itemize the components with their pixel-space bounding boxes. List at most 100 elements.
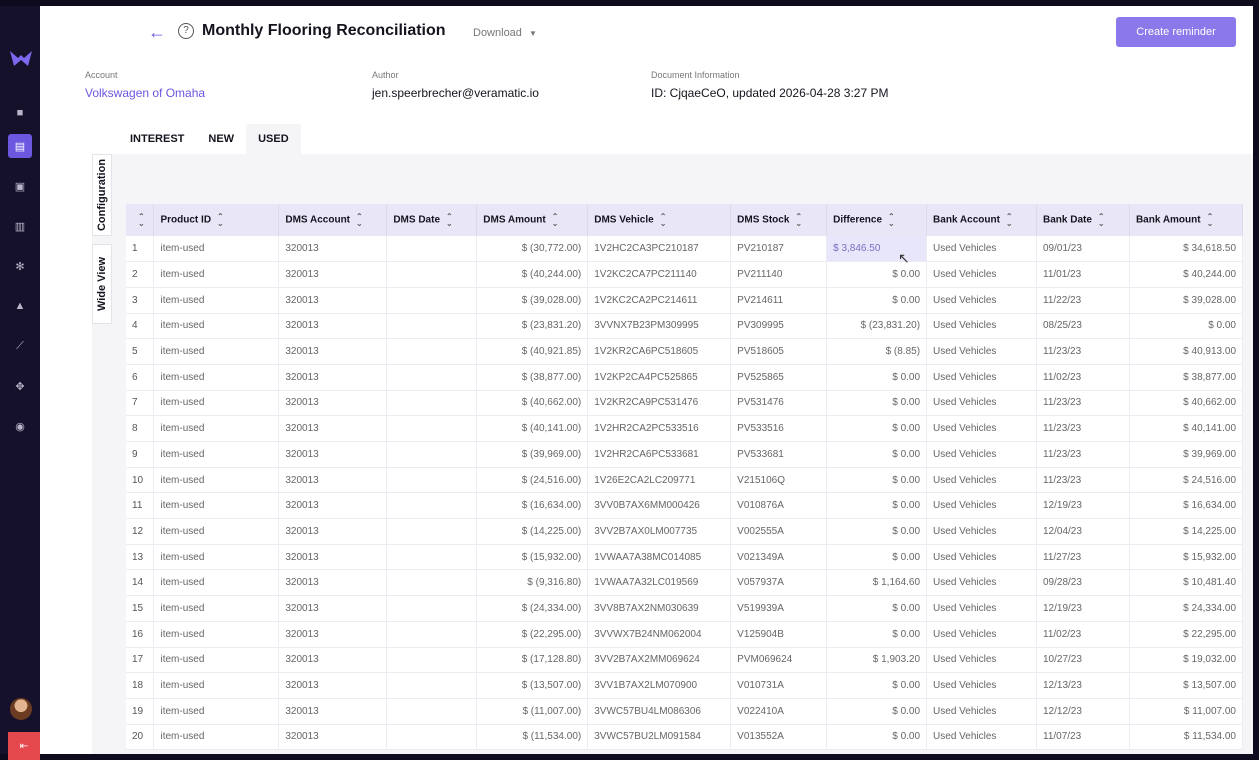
table-cell[interactable]: Used Vehicles [926, 415, 1037, 442]
table-cell[interactable]: $ (13,507.00) [476, 672, 589, 699]
table-cell[interactable]: 320013 [278, 492, 388, 520]
table-cell[interactable] [386, 338, 478, 365]
home-icon[interactable]: ■ [8, 101, 32, 125]
table-cell[interactable]: 320013 [278, 672, 388, 699]
table-cell[interactable]: $ (22,295.00) [476, 621, 589, 648]
table-cell[interactable]: $ 24,516.00 [1129, 467, 1244, 494]
column-header[interactable]: DMS Amount ⌃ ⌄ [476, 204, 589, 236]
table-cell[interactable]: item-used [153, 544, 280, 571]
table-cell[interactable]: $ 22,295.00 [1129, 621, 1244, 648]
table-row[interactable]: 9 item-used 320013 $ (39,969.00) 1V2HR2CA6PC… [126, 441, 1244, 468]
table-cell[interactable]: $ 0.00 [826, 390, 928, 417]
table-cell[interactable]: 11/02/23 [1036, 364, 1130, 391]
table-cell[interactable]: 12/19/23 [1036, 492, 1130, 520]
table-row[interactable]: 10 item-used 320013 $ (24,516.00) 1V26E2CA2L… [126, 467, 1244, 494]
table-row[interactable]: 4 item-used 320013 $ (23,831.20) 3VVNX7B23PM… [126, 313, 1244, 340]
table-cell[interactable]: PV309995 [730, 313, 828, 340]
back-arrow-icon[interactable]: ← [148, 22, 166, 43]
wide-view-tab[interactable]: Wide View [92, 244, 112, 324]
table-row[interactable]: 20 item-used 320013 $ (11,534.00) 3VWC57BU2L… [126, 724, 1244, 751]
table-row[interactable]: 12 item-used 320013 $ (14,225.00) 3VV2B7AX0L… [126, 518, 1244, 545]
table-cell[interactable]: 1V2KC2CA2PC214611 [587, 287, 732, 314]
table-cell[interactable]: 320013 [278, 338, 388, 365]
table-row[interactable]: 18 item-used 320013 $ (13,507.00) 3VV1B7AX2L… [126, 672, 1244, 699]
table-cell[interactable]: V125904B [730, 621, 828, 648]
configuration-tab[interactable]: Configuration [92, 154, 112, 236]
table-cell[interactable]: Used Vehicles [926, 441, 1037, 468]
sort-icon[interactable]: ⌃ ⌄ [1098, 213, 1105, 228]
trend-icon[interactable]: ⟋ [8, 334, 32, 358]
column-header[interactable]: Product ID ⌃ ⌄ [153, 204, 280, 236]
table-cell[interactable]: 1V2HR2CA6PC533681 [587, 441, 732, 468]
table-cell[interactable]: 10 [126, 467, 155, 494]
table-cell[interactable]: 1V2HC2CA3PC210187 [587, 236, 732, 263]
table-cell[interactable]: $ 15,932.00 [1129, 544, 1244, 571]
table-cell[interactable]: $ 39,028.00 [1129, 287, 1244, 314]
table-row[interactable]: 6 item-used 320013 $ (38,877.00) 1V2KP2CA4PC… [126, 364, 1244, 391]
table-cell[interactable]: 10/27/23 [1036, 647, 1130, 674]
table-cell[interactable]: 320013 [278, 261, 388, 288]
table-cell[interactable]: 08/25/23 [1036, 313, 1130, 340]
table-cell[interactable]: $ 0.00 [826, 467, 928, 494]
table-cell[interactable]: V215106Q [730, 467, 828, 494]
table-row[interactable]: 19 item-used 320013 $ (11,007.00) 3VWC57BU4L… [126, 698, 1244, 725]
column-header[interactable]: DMS Vehicle ⌃ ⌄ [587, 204, 732, 236]
table-cell[interactable]: 12/13/23 [1036, 672, 1130, 699]
table-cell[interactable]: 11/22/23 [1036, 287, 1130, 314]
table-cell[interactable]: 320013 [278, 441, 388, 468]
table-cell[interactable] [386, 724, 478, 751]
table-cell[interactable]: Used Vehicles [926, 313, 1037, 340]
table-cell[interactable] [386, 441, 478, 468]
table-cell[interactable] [386, 698, 478, 725]
table-cell[interactable]: 4 [126, 313, 155, 340]
table-cell[interactable]: V057937A [730, 569, 828, 597]
table-cell[interactable]: 11/07/23 [1036, 724, 1130, 751]
document-icon[interactable]: ▤ [8, 134, 32, 158]
table-cell[interactable]: 320013 [278, 415, 388, 442]
table-cell[interactable]: $ 0.00 [826, 441, 928, 468]
location-icon[interactable]: ◉ [8, 414, 32, 438]
column-header[interactable]: Bank Amount ⌃ ⌄ [1129, 204, 1244, 236]
table-cell[interactable]: V010876A [730, 492, 828, 520]
table-cell[interactable]: item-used [153, 313, 280, 340]
table-cell[interactable] [386, 467, 478, 494]
tab-new[interactable]: NEW [196, 124, 246, 154]
table-cell[interactable]: $ 0.00 [826, 621, 928, 648]
table-cell[interactable]: item-used [153, 467, 280, 494]
table-cell[interactable] [386, 390, 478, 417]
table-cell[interactable] [386, 621, 478, 648]
table-cell[interactable]: 14 [126, 569, 155, 597]
table-cell[interactable]: PV525865 [730, 364, 828, 391]
table-cell[interactable]: $ (14,225.00) [476, 518, 589, 545]
sort-icon[interactable]: ⌃ ⌄ [356, 213, 363, 228]
table-cell[interactable]: 11/02/23 [1036, 621, 1130, 648]
table-cell[interactable]: $ (24,334.00) [476, 595, 589, 622]
table-cell[interactable] [386, 364, 478, 391]
table-cell[interactable]: item-used [153, 338, 280, 365]
table-row[interactable]: 11 item-used 320013 $ (16,634.00) 3VV0B7AX6M… [126, 492, 1244, 520]
table-cell[interactable]: 1V26E2CA2LC209771 [587, 467, 732, 494]
table-cell[interactable]: item-used [153, 698, 280, 725]
table-cell[interactable]: $ 40,662.00 [1129, 390, 1244, 417]
table-cell[interactable]: $ (30,772.00) [476, 236, 589, 263]
table-cell[interactable]: $ 3,846.50 [826, 236, 928, 263]
table-cell[interactable] [386, 492, 478, 520]
table-cell[interactable]: 3VVNX7B23PM309995 [587, 313, 732, 340]
table-cell[interactable]: $ 0.00 [826, 544, 928, 571]
table-cell[interactable]: PV518605 [730, 338, 828, 365]
table-cell[interactable]: Used Vehicles [926, 364, 1037, 391]
table-cell[interactable]: 3VV2B7AX0LM007735 [587, 518, 732, 545]
table-cell[interactable] [386, 647, 478, 674]
table-cell[interactable]: V002555A [730, 518, 828, 545]
table-cell[interactable] [386, 672, 478, 699]
table-cell[interactable]: $ (9,316.80) [476, 569, 589, 597]
create-reminder-button[interactable]: Create reminder [1116, 17, 1236, 47]
table-cell[interactable]: item-used [153, 415, 280, 442]
column-header[interactable]: Bank Account ⌃ ⌄ [926, 204, 1037, 236]
table-row[interactable]: 8 item-used 320013 $ (40,141.00) 1V2HR2CA2PC… [126, 415, 1244, 442]
table-cell[interactable]: $ (40,662.00) [476, 390, 589, 417]
table-cell[interactable]: PV214611 [730, 287, 828, 314]
table-cell[interactable]: Used Vehicles [926, 621, 1037, 648]
settings-icon[interactable]: ✻ [8, 254, 32, 278]
table-cell[interactable]: 320013 [278, 698, 388, 725]
